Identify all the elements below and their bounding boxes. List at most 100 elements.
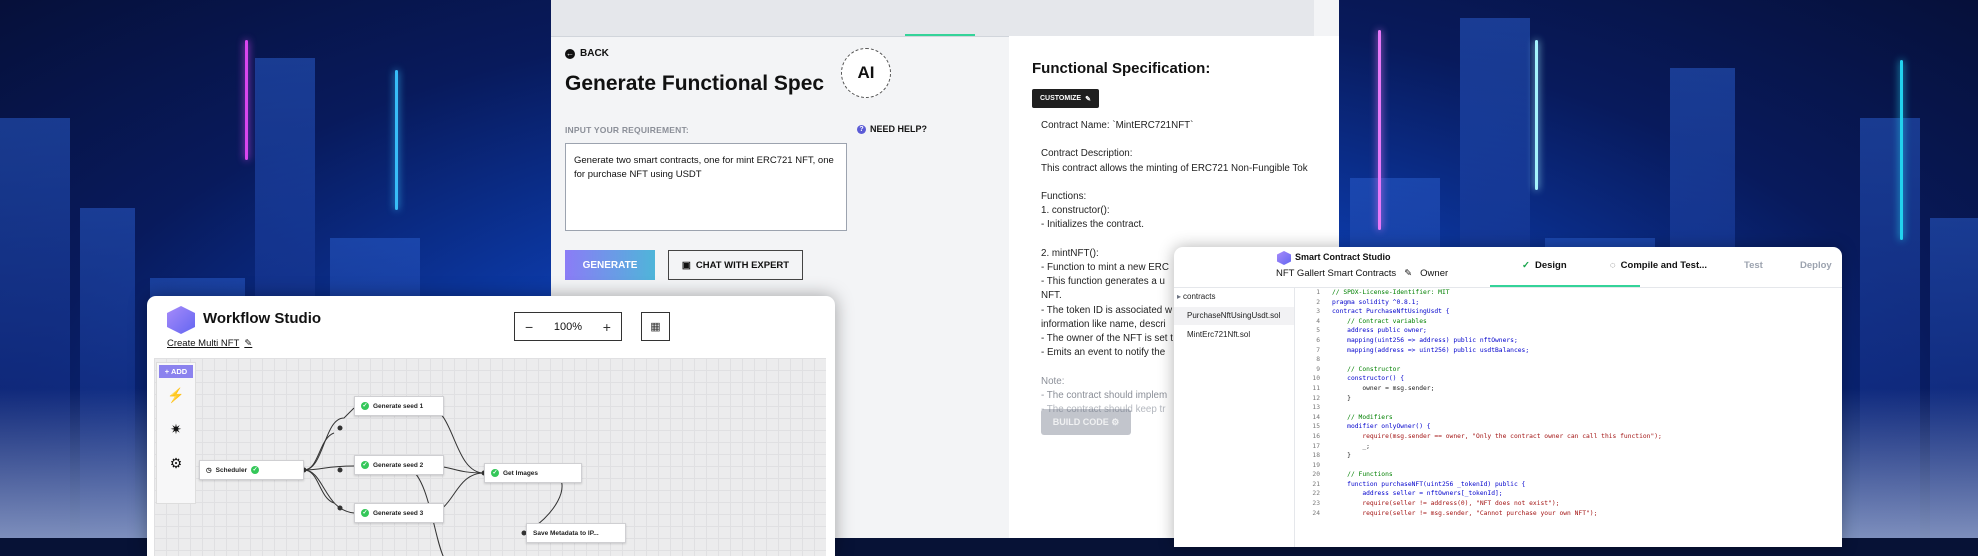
workflow-node[interactable]: ✓ Generate seed 3 <box>354 503 444 523</box>
code-line: 12 } <box>1294 394 1842 404</box>
code-text: // Constructor <box>1332 365 1401 373</box>
step-design[interactable]: ✓ Design <box>1522 260 1567 271</box>
back-link[interactable]: ← BACK <box>565 48 609 59</box>
chat-with-expert-button[interactable]: ▣ CHAT WITH EXPERT <box>668 250 803 280</box>
workflow-logo-icon <box>167 306 195 334</box>
line-number: 14 <box>1312 413 1320 421</box>
line-number: 5 <box>1316 327 1320 335</box>
code-line: 13 <box>1294 403 1842 413</box>
code-line: 18 } <box>1294 451 1842 461</box>
code-line: 5 address public owner; <box>1294 326 1842 336</box>
node-label: Scheduler <box>215 466 248 474</box>
code-line: 23 require(seller != address(0), "NFT do… <box>1294 499 1842 509</box>
code-text: function purchaseNFT(uint256 _tokenId) p… <box>1332 480 1526 488</box>
chat-label: CHAT WITH EXPERT <box>695 259 790 271</box>
workflow-node[interactable]: ✓ Get Images <box>484 463 582 483</box>
folder-label: contracts <box>1183 292 1216 301</box>
file-mint-nft[interactable]: MintErc721Nft.sol <box>1174 326 1294 344</box>
line-number: 22 <box>1312 490 1320 498</box>
code-text: modifier onlyOwner() { <box>1332 423 1431 431</box>
file-purchase-nft[interactable]: PurchaseNftUsingUsdt.sol <box>1174 307 1294 325</box>
line-number: 11 <box>1312 384 1320 392</box>
build-code-button[interactable]: BUILD CODE ⚙ <box>1041 409 1131 435</box>
line-number: 1 <box>1316 289 1320 296</box>
ai-badge-label: AI <box>857 63 875 82</box>
arrow-left-icon: ← <box>565 48 575 59</box>
generate-button[interactable]: GENERATE <box>565 250 655 280</box>
fit-view-button[interactable]: ▦ <box>641 312 670 341</box>
step-compile-label: Compile and Test... <box>1620 260 1708 271</box>
step-compile[interactable]: ◌ Compile and Test... <box>1610 260 1707 271</box>
check-icon: ✓ <box>361 402 369 410</box>
need-help-link[interactable]: ? NEED HELP? <box>857 124 927 134</box>
edit-icon: ✎ <box>244 338 253 349</box>
code-text: require(seller != msg.sender, "Cannot pu… <box>1332 509 1598 517</box>
build-icon: ⚙ <box>1111 416 1120 427</box>
zoom-control: − 100% + <box>514 312 622 341</box>
zoom-out-button[interactable]: − <box>525 319 533 335</box>
step-test[interactable]: Test <box>1744 260 1763 271</box>
spec-line: This contract allows the minting of ERC7… <box>1041 162 1308 174</box>
code-line: 21 function purchaseNFT(uint256 _tokenId… <box>1294 480 1842 490</box>
check-icon: ✓ <box>361 461 369 469</box>
code-text: owner = msg.sender; <box>1332 384 1435 392</box>
spec-line: Functions: <box>1041 190 1087 202</box>
workflow-node[interactable]: ✓ Generate seed 1 <box>354 396 444 416</box>
code-text: constructor() { <box>1332 375 1405 383</box>
check-icon: ✓ <box>361 509 369 517</box>
workflow-node[interactable]: Save Metadata to IP... <box>526 523 626 543</box>
code-line: 10 constructor() { <box>1294 374 1842 384</box>
code-text: contract PurchaseNftUsingUsdt { <box>1332 308 1450 316</box>
project-info: NFT Gallert Smart Contracts ✎ Owner <box>1276 268 1448 279</box>
line-number: 20 <box>1312 471 1320 479</box>
spinner-icon: ◌ <box>1610 260 1616 271</box>
code-text: // Functions <box>1332 471 1393 479</box>
line-number: 19 <box>1312 461 1320 469</box>
folder-contracts[interactable]: ▸ contracts <box>1174 288 1294 306</box>
code-line: 9 // Constructor <box>1294 365 1842 375</box>
step-deploy-label: Deploy <box>1800 260 1832 271</box>
code-text: pragma solidity ^0.8.1; <box>1332 298 1420 306</box>
workflow-node[interactable]: ◷ Scheduler ✓ <box>199 460 304 480</box>
back-label: BACK <box>580 48 609 59</box>
requirement-input[interactable]: Generate two smart contracts, one for mi… <box>565 143 847 231</box>
workflow-name-link[interactable]: Create Multi NFT ✎ <box>167 338 252 349</box>
requirement-label: INPUT YOUR REQUIREMENT: <box>565 125 689 135</box>
chat-icon: ▣ <box>681 259 691 271</box>
workflow-title: Workflow Studio <box>203 310 322 327</box>
workflow-name: Create Multi NFT <box>167 338 240 349</box>
customize-button[interactable]: CUSTOMIZE ✎ <box>1032 89 1099 108</box>
line-number: 23 <box>1312 500 1320 508</box>
line-number: 18 <box>1312 452 1320 460</box>
workflow-studio-window: Workflow Studio Create Multi NFT ✎ − 100… <box>147 296 835 556</box>
spec-line: - Initializes the contract. <box>1041 219 1144 231</box>
smart-contract-studio-window: Smart Contract Studio NFT Gallert Smart … <box>1174 247 1842 547</box>
code-line: 11 owner = msg.sender; <box>1294 384 1842 394</box>
customize-label: CUSTOMIZE <box>1040 95 1082 102</box>
project-owner: Owner <box>1420 268 1449 279</box>
fit-view-icon: ▦ <box>650 321 661 333</box>
spec-line: 1. constructor(): <box>1041 205 1110 217</box>
edit-icon[interactable]: ✎ <box>1404 268 1412 279</box>
step-deploy[interactable]: Deploy <box>1800 260 1832 271</box>
step-test-label: Test <box>1744 260 1763 271</box>
code-line: 8 <box>1294 355 1842 365</box>
node-label: Generate seed 3 <box>373 509 424 517</box>
code-line: 16 require(msg.sender == owner, "Only th… <box>1294 432 1842 442</box>
code-text: } <box>1332 452 1351 460</box>
code-text: require(msg.sender == owner, "Only the c… <box>1332 432 1662 440</box>
zoom-in-button[interactable]: + <box>603 319 611 335</box>
line-number: 8 <box>1316 356 1320 364</box>
code-line: 2 pragma solidity ^0.8.1; <box>1294 298 1842 308</box>
workflow-node[interactable]: ✓ Generate seed 2 <box>354 455 444 475</box>
code-editor[interactable]: 1 // SPDX-License-Identifier: MIT 2 pragma … <box>1294 288 1842 518</box>
file-tree: ▸ contracts PurchaseNftUsingUsdt.sol Mint… <box>1174 288 1295 547</box>
workflow-canvas[interactable]: + ADD ⚡ ✷ ⚙ ◷ Scheduler ✓ ✓ Generate see… <box>154 358 826 556</box>
folder-icon: ▸ <box>1177 292 1182 301</box>
file-label: PurchaseNftUsingUsdt.sol <box>1187 311 1281 320</box>
code-text: address seller = nftOwners[_tokenId]; <box>1332 490 1503 498</box>
node-label: Generate seed 1 <box>373 402 424 410</box>
check-icon: ✓ <box>251 466 260 474</box>
line-number: 2 <box>1316 298 1320 306</box>
file-label: MintErc721Nft.sol <box>1187 330 1251 339</box>
